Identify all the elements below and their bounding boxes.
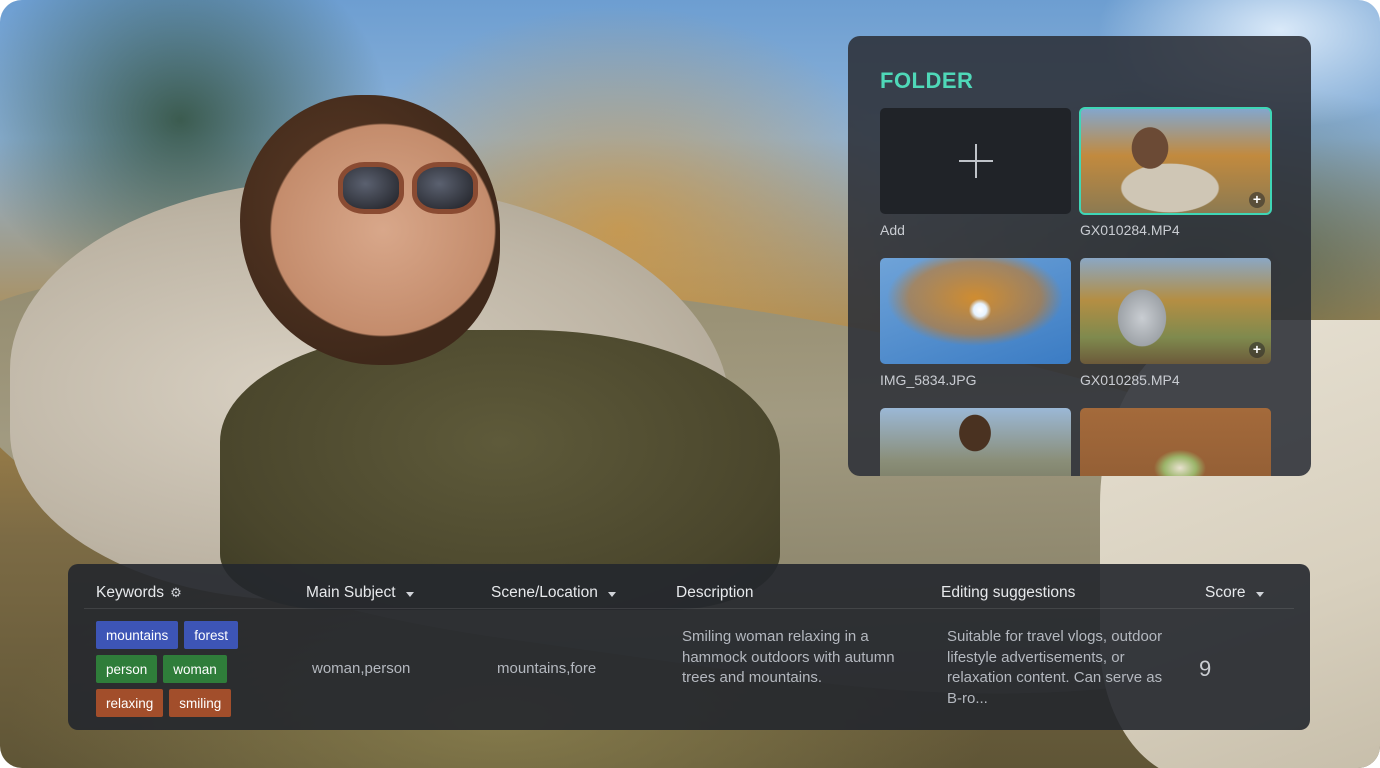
keyword-tags: mountains forest person woman relaxing s… (96, 621, 286, 723)
score-value: 9 (1199, 656, 1212, 681)
tile-label: GX010284.MP4 (1080, 222, 1180, 238)
plus-icon (958, 144, 993, 178)
tile-label: Add (880, 222, 905, 238)
keyword-tag[interactable]: person (96, 655, 158, 683)
add-media-tile[interactable]: Add (880, 108, 1071, 238)
sunglasses (338, 162, 478, 214)
main-subject-cell: woman,person (312, 660, 411, 677)
header-label: Scene/Location (491, 584, 598, 601)
editing-suggestions-cell: Suitable for travel vlogs, outdoor lifes… (947, 628, 1163, 707)
tile-label: IMG_5834.JPG (880, 372, 977, 388)
tile-label: GX010285.MP4 (1080, 372, 1180, 388)
description-cell: Smiling woman relaxing in a hammock outd… (682, 628, 895, 686)
keyword-tag[interactable]: woman (163, 655, 227, 683)
header-label: Score (1205, 584, 1246, 601)
keyword-tag[interactable]: forest (184, 621, 239, 649)
media-thumbnail[interactable] (880, 408, 1071, 476)
add-to-timeline-icon[interactable]: + (1249, 192, 1265, 208)
description-header: Description (676, 584, 754, 602)
scene-location-cell: mountains,fore (497, 660, 597, 677)
add-media-button[interactable] (880, 108, 1071, 214)
keyword-tag[interactable]: relaxing (96, 689, 164, 717)
background-photo: FOLDER Add + GX010284.MP4 IMG_5834.JPG +… (0, 0, 1380, 768)
media-tile[interactable]: + GX010284.MP4 (1079, 107, 1272, 238)
media-tile[interactable]: IMG_5834.JPG (880, 258, 1071, 388)
folder-panel: FOLDER Add + GX010284.MP4 IMG_5834.JPG +… (848, 36, 1311, 476)
header-label: Description (676, 584, 754, 601)
keyword-tag[interactable]: smiling (169, 689, 232, 717)
media-thumbnail[interactable] (880, 258, 1071, 364)
sort-down-icon[interactable] (1255, 592, 1264, 597)
keyword-tag[interactable]: mountains (96, 621, 179, 649)
media-thumbnail[interactable] (1080, 408, 1271, 476)
folder-title: FOLDER (880, 68, 974, 93)
scene-location-header[interactable]: Scene/Location (491, 584, 616, 602)
settings-icon[interactable]: ⚙ (170, 585, 182, 601)
sort-down-icon[interactable] (607, 592, 616, 597)
media-thumbnail[interactable]: + (1079, 107, 1272, 215)
analysis-table: Keywords ⚙ Main Subject Scene/Location D… (68, 564, 1310, 730)
media-tile[interactable] (880, 408, 1071, 476)
media-tile[interactable]: + GX010285.MP4 (1080, 258, 1271, 388)
score-header[interactable]: Score (1205, 584, 1264, 602)
header-label: Keywords (96, 584, 165, 601)
main-subject-header[interactable]: Main Subject (306, 584, 414, 602)
editing-suggestions-header: Editing suggestions (941, 584, 1075, 602)
media-thumbnail[interactable]: + (1080, 258, 1271, 364)
header-divider (84, 608, 1294, 609)
add-to-timeline-icon[interactable]: + (1249, 342, 1265, 358)
keywords-header[interactable]: Keywords ⚙ (96, 584, 182, 602)
header-label: Editing suggestions (941, 584, 1076, 601)
header-label: Main Subject (306, 584, 396, 601)
sort-down-icon[interactable] (405, 592, 414, 597)
media-tile[interactable] (1080, 408, 1271, 476)
